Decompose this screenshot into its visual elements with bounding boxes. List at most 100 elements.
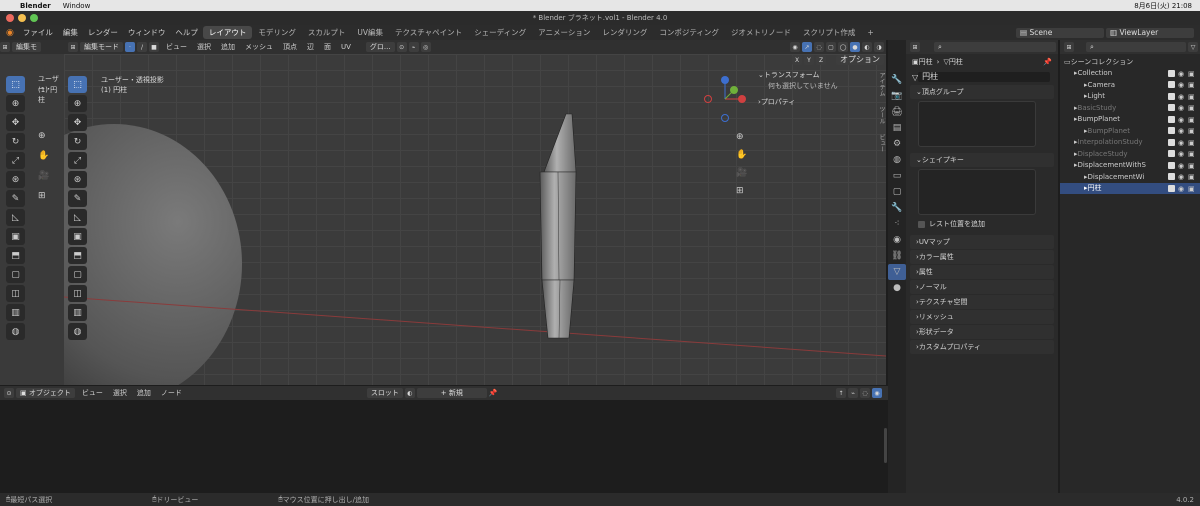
output-tab-icon[interactable]: 🖨 [888,104,906,120]
exclude-checkbox[interactable] [1168,150,1175,158]
scale-tool-icon[interactable]: ⤢ [68,152,87,169]
modifier-tab-icon[interactable]: 🔧 [888,200,906,216]
outliner-row[interactable]: ▸ DisplacementWithS ◉ ▣ [1060,160,1200,172]
render-camera-icon[interactable]: ▣ [1188,162,1196,170]
render-tab-icon[interactable]: 📷 [888,88,906,104]
material-browse-icon[interactable]: ◐ [404,388,415,398]
measure-tool-icon[interactable]: ◺ [6,209,25,226]
render-camera-icon[interactable]: ▣ [1188,185,1196,193]
render-camera-icon[interactable]: ▣ [1188,127,1196,135]
loopcut-tool-icon[interactable]: ▥ [68,304,87,321]
exclude-checkbox[interactable] [1168,115,1175,123]
eye-icon[interactable]: ◉ [1178,116,1186,124]
inset-tool-icon[interactable]: ▢ [6,266,25,283]
left-viewport[interactable]: ユーザー・ (1) 円柱 ⬚ ⊕ ✥ ↻ ⤢ ⊛ ✎ ◺ ▣ ⬒ ▢ ◫ ▥ ◍… [0,54,64,385]
mode-dropdown[interactable]: 編集モード [80,42,123,52]
zoom-window-button[interactable] [30,14,38,22]
material-shading-icon[interactable]: ◐ [862,42,872,52]
overlay-icon[interactable]: ◌ [860,388,870,398]
outliner-row[interactable]: ▸ BumpPlanet ◉ ▣ [1060,114,1200,126]
viewport-menu-add[interactable]: 追加 [216,42,240,52]
new-material-button[interactable]: + 新規 [416,388,487,398]
outliner-row[interactable]: ▸ DisplaceStudy ◉ ▣ [1060,148,1200,160]
exclude-checkbox[interactable] [1168,184,1175,192]
eye-icon[interactable]: ◉ [1178,162,1186,170]
exclude-checkbox[interactable] [1168,92,1175,100]
mesh-name-field[interactable]: 円柱 [918,72,1050,82]
tab-shading[interactable]: シェーディング [468,26,532,39]
add-cube-tool-icon[interactable]: ▣ [6,228,25,245]
tab-sculpt[interactable]: スカルプト [302,26,352,39]
outliner-scene-collection[interactable]: ▭ シーンコレクション [1060,56,1200,68]
timeline-menu-view[interactable]: ビュー [77,388,108,398]
rest-position-checkbox[interactable] [918,220,925,228]
axis-y-toggle[interactable]: Y [804,55,814,65]
eye-icon[interactable]: ◉ [1178,173,1186,181]
outliner-row[interactable]: ▸ 円柱 ◉ ▣ [1060,182,1200,194]
overlay-icon[interactable]: ◌ [814,42,824,52]
viewlayer-selector[interactable]: ▥ ViewLayer [1106,27,1194,38]
measure-tool-icon[interactable]: ◺ [68,209,87,226]
mac-clock[interactable]: 8月6日(火) 21:08 [1134,1,1192,11]
timeline-menu-add[interactable]: 追加 [132,388,156,398]
rotate-tool-icon[interactable]: ↻ [6,133,25,150]
eye-icon[interactable]: ◉ [1178,104,1186,112]
properties-search[interactable]: ⌕ [934,42,1056,52]
render-camera-icon[interactable]: ▣ [1188,150,1196,158]
outliner-row[interactable]: ▸ DisplacementWi ◉ ▣ [1060,171,1200,183]
render-camera-icon[interactable]: ▣ [1188,104,1196,112]
scene-tab-icon[interactable]: ⚙ [888,136,906,152]
outliner-row[interactable]: ▸ Light ◉ ▣ [1060,91,1200,103]
eye-icon[interactable]: ◉ [1178,185,1186,193]
camera-icon[interactable]: 🎥 [38,166,49,186]
shape-keys-header[interactable]: ⌄ シェイプキー [910,153,1054,167]
section-geometry-data[interactable]: › 形状データ [910,325,1054,339]
section-normals[interactable]: › ノーマル [910,280,1054,294]
menu-window[interactable]: ウィンドウ [123,27,171,38]
xray-icon[interactable]: ▢ [826,42,836,52]
eye-icon[interactable]: ◉ [1178,139,1186,147]
transform-tool-icon[interactable]: ⊛ [6,171,25,188]
editor-type-icon[interactable]: ⊞ [68,42,78,52]
exclude-checkbox[interactable] [1168,127,1175,135]
menu-render[interactable]: レンダー [83,27,123,38]
axis-x-toggle[interactable]: X [792,55,802,65]
timeline-scrollbar[interactable] [884,428,887,463]
viewport-menu-face[interactable]: 面 [319,42,336,52]
transform-panel-header[interactable]: ⌄ トランスフォーム [758,68,872,81]
viewport-menu-view[interactable]: ビュー [161,42,192,52]
physics-tab-icon[interactable]: ◉ [888,232,906,248]
viewport-menu-select[interactable]: 選択 [192,42,216,52]
tab-animation[interactable]: アニメーション [532,26,596,39]
snap-icon[interactable]: ⌁ [408,42,419,52]
snap-icon[interactable]: ⌁ [848,388,858,398]
section-custom-properties[interactable]: › カスタムプロパティ [910,340,1054,354]
blender-logo-icon[interactable]: ◉ [6,28,14,38]
backdrop-icon[interactable]: ↑ [836,388,846,398]
close-window-button[interactable] [6,14,14,22]
tab-texture-paint[interactable]: テクスチャペイント [389,26,468,39]
extrude-tool-icon[interactable]: ⬒ [68,247,87,264]
pin-icon[interactable]: 📌 [1043,58,1052,66]
transform-tool-icon[interactable]: ⊛ [68,171,87,188]
extrude-tool-icon[interactable]: ⬒ [6,247,25,264]
section-attributes[interactable]: › 属性 [910,265,1054,279]
particles-tab-icon[interactable]: ⁖ [888,216,906,232]
tab-scripting[interactable]: スクリプト作成 [797,26,862,39]
grid-icon[interactable]: ⊞ [38,186,49,206]
timeline-editor[interactable]: ⊙ ▣ オブジェクト ビュー 選択 追加 ノード スロット ◐ + 新規 📌 ↑… [0,386,888,493]
select-box-tool-icon[interactable]: ⬚ [68,76,87,93]
collection-tab-icon[interactable]: ▭ [888,168,906,184]
properties-panel-header[interactable]: › プロパティ [758,95,872,109]
editor-type-icon[interactable]: ⊞ [1064,42,1074,52]
outliner-search[interactable]: ⌕ [1086,42,1186,52]
annotate-tool-icon[interactable]: ✎ [6,190,25,207]
view-layer-tab-icon[interactable]: ▤ [888,120,906,136]
gizmo-toggle-icon[interactable]: ↗ [802,42,812,52]
render-camera-icon[interactable]: ▣ [1188,93,1196,101]
exclude-checkbox[interactable] [1168,138,1175,146]
options-dropdown[interactable]: オプション [836,55,884,65]
solid-shading-icon[interactable]: ● [850,42,860,52]
zoom-icon[interactable]: ⊕ [38,126,49,146]
hand-pan-icon[interactable]: ✋ [38,146,49,166]
